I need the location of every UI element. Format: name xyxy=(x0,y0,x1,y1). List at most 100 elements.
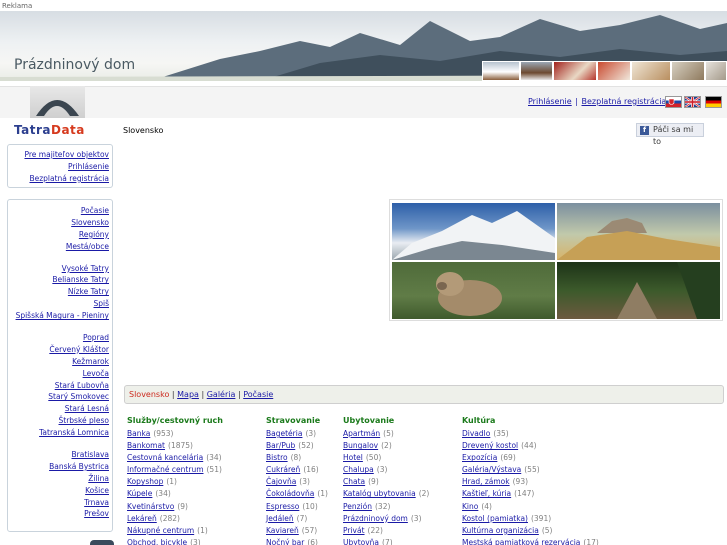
category-link-cokoladovna[interactable]: Čokoládovňa xyxy=(266,489,314,498)
sidebar-link-stara-lesna[interactable]: Stará Lesná xyxy=(65,404,109,413)
category-link-hrad-zamok[interactable]: Hrad, zámok xyxy=(462,477,510,486)
slovak-flag-icon[interactable] xyxy=(665,96,682,108)
sidebar-item: Spišská Magura - Pieniny xyxy=(8,310,109,322)
category-link-penzion[interactable]: Penzión xyxy=(343,502,372,511)
category-link-informacne-centrum[interactable]: Informačné centrum xyxy=(127,465,204,474)
category-count: (3) xyxy=(299,477,310,487)
sidebar-link-spis[interactable]: Spiš xyxy=(93,299,109,308)
sidebar-link-poprad[interactable]: Poprad xyxy=(83,333,109,342)
sidebar-link-vysoke-tatry[interactable]: Vysoké Tatry xyxy=(62,264,109,273)
category-link-nakupne-centrum[interactable]: Nákupné centrum xyxy=(127,526,194,535)
category-link-privat[interactable]: Privát xyxy=(343,526,365,535)
category-link-lekaren[interactable]: Lekáreň xyxy=(127,514,157,523)
banner-thumb-house xyxy=(520,61,553,81)
facebook-like-button[interactable]: f Páči sa mi to xyxy=(636,123,704,146)
category-link-kopyshop[interactable]: Kopyshop xyxy=(127,477,163,486)
sidebar-nav-box: Počasie Slovensko Regióny Mestá/obce Vysoké … xyxy=(7,199,113,532)
sidebar-link-pocasie[interactable]: Počasie xyxy=(81,206,109,215)
category-link-kulturna-organizacia[interactable]: Kultúrna organizácia xyxy=(462,526,539,535)
category-link-apartman[interactable]: Apartmán xyxy=(343,429,380,438)
sidebar-link-strbske-pleso[interactable]: Štrbské pleso xyxy=(59,416,109,425)
sidebar-link-kezmarok[interactable]: Kežmarok xyxy=(72,357,109,366)
register-link[interactable]: Bezplatná registrácia xyxy=(582,97,667,106)
sidebar-link-regiony[interactable]: Regióny xyxy=(79,230,109,239)
sidebar-item: Prešov xyxy=(8,508,109,520)
category-link-cajovna[interactable]: Čajovňa xyxy=(266,477,296,486)
sidebar-item: Štrbské pleso xyxy=(8,415,109,427)
category-item: Banka (953) xyxy=(127,428,223,440)
category-link-hotel[interactable]: Hotel xyxy=(343,453,363,462)
category-link-cestovna-kancelaria[interactable]: Cestovná kancelária xyxy=(127,453,203,462)
gallery-photo-forest[interactable] xyxy=(557,262,720,319)
sidebar-link-nizke-tatry[interactable]: Nízke Tatry xyxy=(68,287,109,296)
tab-pocasie[interactable]: Počasie xyxy=(243,390,273,399)
category-link-dreveny-kostol[interactable]: Drevený kostol xyxy=(462,441,518,450)
gallery-photo-castle[interactable] xyxy=(557,203,720,260)
category-item: Kopyshop (1) xyxy=(127,476,223,488)
sidebar-owner-link-prihlasenie[interactable]: Prihlásenie xyxy=(68,162,109,171)
category-link-obchod-bicykle[interactable]: Obchod, bicykle xyxy=(127,538,187,545)
category-link-chata[interactable]: Chata xyxy=(343,477,365,486)
sidebar-link-trnava[interactable]: Trnava xyxy=(84,498,109,507)
category-link-bistro[interactable]: Bistro xyxy=(266,453,288,462)
logo[interactable]: TatraData xyxy=(14,123,85,137)
sidebar-link-mesta-obce[interactable]: Mestá/obce xyxy=(66,242,109,251)
category-link-bar-pub[interactable]: Bar/Pub xyxy=(266,441,295,450)
category-link-kupele[interactable]: Kúpele xyxy=(127,489,152,498)
category-count: (4) xyxy=(481,501,492,511)
sidebar-owner-link-pre-majitelov-objektov[interactable]: Pre majiteľov objektov xyxy=(24,150,109,159)
uk-flag-icon[interactable] xyxy=(684,96,701,108)
category-count: (8) xyxy=(290,453,302,463)
sidebar-link-presov[interactable]: Prešov xyxy=(84,509,109,518)
category-link-chalupa[interactable]: Chalupa xyxy=(343,465,374,474)
category-link-ubytovna[interactable]: Ubytovňa xyxy=(343,538,379,545)
category-link-banka[interactable]: Banka xyxy=(127,429,150,438)
category-link-cukraren[interactable]: Cukráreň xyxy=(266,465,300,474)
category-link-nocny-bar[interactable]: Nočný bar xyxy=(266,538,304,545)
sidebar-link-stara-lubovna[interactable]: Stará Ľubovňa xyxy=(55,381,109,390)
category-item: Espresso (10) xyxy=(266,501,328,513)
category-link-mestska-pamiatkova-rezervacia[interactable]: Mestská pamiatková rezervácia xyxy=(462,538,580,545)
sidebar-link-bratislava[interactable]: Bratislava xyxy=(72,450,109,459)
category-link-bungalov[interactable]: Bungalov xyxy=(343,441,378,450)
sidebar-item: Slovensko xyxy=(8,217,109,229)
category-link-galeria-vystava[interactable]: Galéria/Výstava xyxy=(462,465,521,474)
tab-slovensko[interactable]: Slovensko xyxy=(129,390,169,399)
sidebar-link-stary-smokovec[interactable]: Starý Smokovec xyxy=(48,392,109,401)
category-link-kaviaren[interactable]: Kaviareň xyxy=(266,526,299,535)
sidebar-link-belianske-tatry[interactable]: Belianske Tatry xyxy=(52,275,109,284)
category-link-kastiel-kuria[interactable]: Kaštieľ, kúria xyxy=(462,489,511,498)
category-link-prazdninovy-dom[interactable]: Prázdninový dom xyxy=(343,514,408,523)
sidebar-link-slovensko[interactable]: Slovensko xyxy=(71,218,109,227)
gallery-photo-peak[interactable] xyxy=(392,203,555,260)
banner-thumb-chalet xyxy=(482,61,520,81)
category-item: Katalóg ubytovania (2) xyxy=(343,488,429,500)
category-link-divadlo[interactable]: Divadlo xyxy=(462,429,490,438)
german-flag-icon[interactable] xyxy=(705,96,722,108)
sidebar-link-cerveny-klastor[interactable]: Červený Kláštor xyxy=(49,345,109,354)
category-link-kostol-pamiatka[interactable]: Kostol (pamiatka) xyxy=(462,514,528,523)
category-item: Bagetéria (3) xyxy=(266,428,328,440)
sidebar-link-banska-bystrica[interactable]: Banská Bystrica xyxy=(49,462,109,471)
login-link[interactable]: Prihlásenie xyxy=(528,97,572,106)
sidebar-link-spisska-magura-pieniny[interactable]: Spišská Magura - Pieniny xyxy=(16,311,109,320)
gallery-photo-bear[interactable] xyxy=(392,262,555,319)
tab-mapa[interactable]: Mapa xyxy=(177,390,199,399)
sidebar-item: Červený Kláštor xyxy=(8,344,109,356)
category-link-kino[interactable]: Kino xyxy=(462,502,478,511)
category-link-espresso[interactable]: Espresso xyxy=(266,502,299,511)
category-link-expozicia[interactable]: Expozícia xyxy=(462,453,497,462)
logo-mark-icon[interactable] xyxy=(30,86,85,118)
category-link-katalog-ubytovania[interactable]: Katalóg ubytovania xyxy=(343,489,416,498)
tab-galeria[interactable]: Galéria xyxy=(207,390,236,399)
sidebar-link-levoca[interactable]: Levoča xyxy=(83,369,109,378)
category-link-jedalen[interactable]: Jedáleň xyxy=(266,514,294,523)
sidebar-link-zilina[interactable]: Žilina xyxy=(88,474,109,483)
sidebar-link-tatranska-lomnica[interactable]: Tatranská Lomnica xyxy=(39,428,109,437)
sidebar-link-kosice[interactable]: Košice xyxy=(85,486,109,495)
category-link-bageteria[interactable]: Bagetéria xyxy=(266,429,302,438)
category-link-bankomat[interactable]: Bankomat xyxy=(127,441,165,450)
category-link-kvetinarstvo[interactable]: Kvetinárstvo xyxy=(127,502,174,511)
sidebar-owner-link-bezplatna-registracia[interactable]: Bezplatná registrácia xyxy=(29,174,109,183)
category-count: (282) xyxy=(159,513,180,523)
